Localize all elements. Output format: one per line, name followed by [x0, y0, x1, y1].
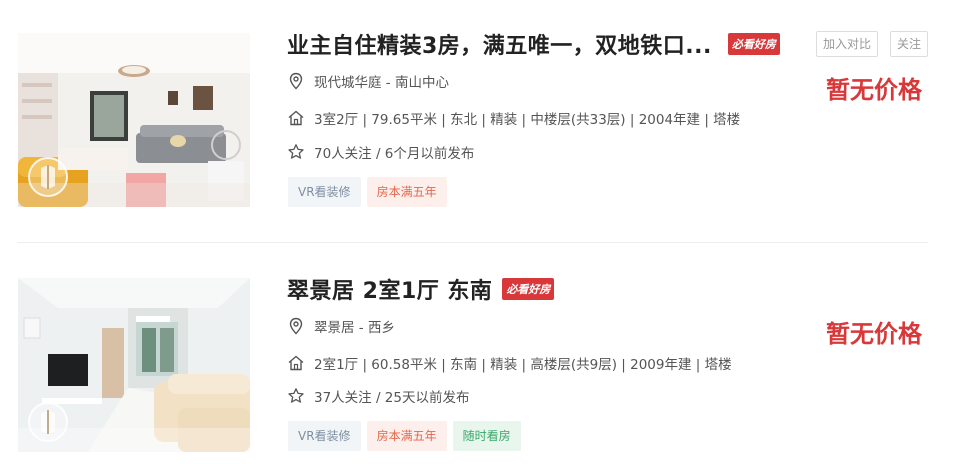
- house-info-row: 3室2厅 | 79.65平米 | 东北 | 精装 | 中楼层(共33层) | 2…: [287, 108, 740, 128]
- listing-divider: [17, 242, 928, 243]
- house-info-text: 2室1厅 | 60.58平米 | 东南 | 精装 | 高楼层(共9层) | 20…: [314, 357, 732, 373]
- tag-five-years: 房本满五年: [366, 177, 447, 207]
- follow-info-text: 70人关注 / 6个月以前发布: [314, 146, 475, 162]
- follow-button[interactable]: 关注: [889, 31, 928, 57]
- location-row: 翠景居 - 西乡: [287, 316, 395, 336]
- listing-photo[interactable]: [18, 278, 250, 452]
- follow-info-text: 37人关注 / 25天以前发布: [314, 390, 470, 406]
- vr-badge-icon: [28, 157, 68, 197]
- must-see-badge: 必看好房: [502, 278, 555, 300]
- house-icon: [288, 355, 304, 371]
- location-text[interactable]: 现代城华庭 - 南山中心: [314, 71, 449, 91]
- star-icon: [288, 144, 304, 159]
- location-pin-icon: [289, 317, 303, 335]
- house-info-row: 2室1厅 | 60.58平米 | 东南 | 精装 | 高楼层(共9层) | 20…: [287, 353, 732, 373]
- house-icon: [288, 110, 304, 126]
- price-label: 暂无价格: [826, 76, 922, 104]
- tag-vr: VR看装修: [288, 177, 361, 207]
- listing-card[interactable]: 翠景居 2室1厅 东南 必看好房 暂无价格 翠景居 - 西乡 2室1厅 | 60…: [0, 244, 964, 464]
- add-to-compare-button[interactable]: 加入对比: [815, 31, 878, 57]
- location-pin-icon: [289, 72, 303, 90]
- house-info-text: 3室2厅 | 79.65平米 | 东北 | 精装 | 中楼层(共33层) | 2…: [314, 112, 741, 128]
- price-label: 暂无价格: [826, 320, 922, 348]
- location-text[interactable]: 翠景居 - 西乡: [314, 316, 395, 336]
- listing-card[interactable]: 业主自住精装3房，满五唯一，双地铁口... 必看好房 加入对比 关注 暂无价格 …: [0, 0, 964, 243]
- follow-info-row: 37人关注 / 25天以前发布: [287, 386, 470, 406]
- listing-title[interactable]: 业主自住精装3房，满五唯一，双地铁口...: [287, 28, 712, 60]
- location-row: 现代城华庭 - 南山中心: [287, 71, 449, 91]
- tag-list: VR看装修 房本满五年: [288, 177, 453, 207]
- tag-vr: VR看装修: [288, 421, 361, 451]
- tag-view-anytime: 随时看房: [452, 421, 521, 451]
- listing-photo[interactable]: [18, 33, 250, 207]
- tag-list: VR看装修 房本满五年 随时看房: [288, 421, 527, 451]
- star-icon: [288, 388, 304, 403]
- listing-title[interactable]: 翠景居 2室1厅 东南: [287, 273, 492, 305]
- follow-info-row: 70人关注 / 6个月以前发布: [287, 142, 474, 162]
- tag-five-years: 房本满五年: [366, 421, 447, 451]
- vr-badge-icon: [28, 402, 68, 442]
- must-see-badge: 必看好房: [727, 33, 780, 55]
